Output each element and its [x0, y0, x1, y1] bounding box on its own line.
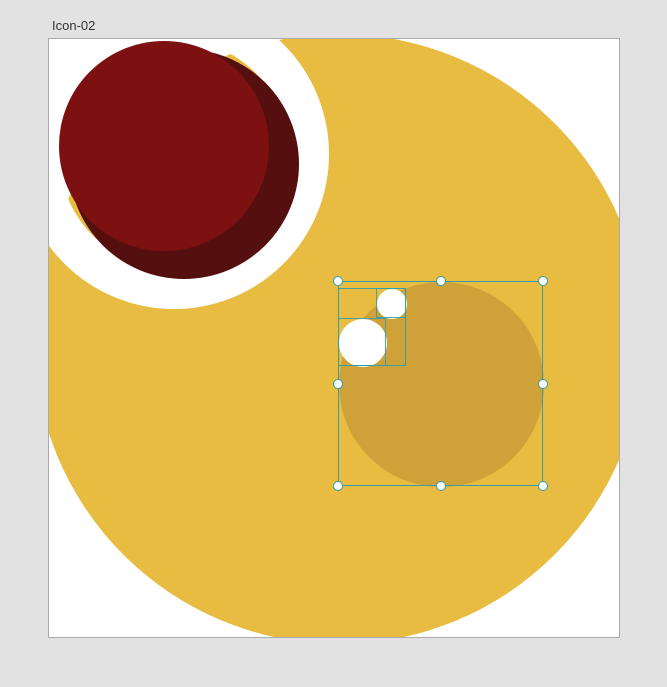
selection-handle-top-right[interactable] [538, 276, 548, 286]
selection-handle-bottom-right[interactable] [538, 481, 548, 491]
selection-handle-middle-left[interactable] [333, 379, 343, 389]
selection-handle-bottom-left[interactable] [333, 481, 343, 491]
shape-mustard-circle[interactable] [339, 282, 544, 487]
artboard-canvas[interactable] [48, 38, 620, 638]
shape-small-white-circle-upper[interactable] [377, 289, 407, 319]
shape-red-circle[interactable] [59, 41, 269, 251]
artboard-label: Icon-02 [52, 18, 95, 33]
artboard-content [49, 39, 619, 637]
selection-handle-middle-right[interactable] [538, 379, 548, 389]
selection-handle-top-middle[interactable] [436, 276, 446, 286]
selection-handle-bottom-middle[interactable] [436, 481, 446, 491]
shape-small-white-circle-lower[interactable] [339, 319, 387, 367]
selection-handle-top-left[interactable] [333, 276, 343, 286]
